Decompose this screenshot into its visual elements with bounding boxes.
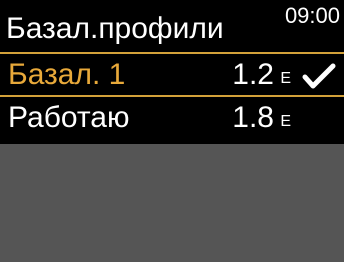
screen-title: Базал.профили — [6, 12, 224, 45]
checkmark-icon — [302, 63, 336, 89]
profile-unit: E — [280, 113, 291, 130]
profile-name: Работаю — [8, 101, 130, 134]
profile-name: Базал. 1 — [8, 58, 126, 91]
profile-unit: E — [280, 70, 291, 87]
screen-header: Базал.профили 09:00 — [0, 0, 344, 52]
basal-profile-list: Базал. 1 1.2 E Работаю 1.8 E — [0, 52, 344, 142]
empty-list-area — [0, 144, 344, 262]
profile-value: 1.8 — [232, 101, 274, 134]
profile-row-basal-1[interactable]: Базал. 1 1.2 E — [0, 52, 344, 97]
profile-value: 1.2 — [232, 58, 274, 91]
clock-time: 09:00 — [284, 3, 340, 28]
profile-row-rabotayu[interactable]: Работаю 1.8 E — [0, 97, 344, 142]
